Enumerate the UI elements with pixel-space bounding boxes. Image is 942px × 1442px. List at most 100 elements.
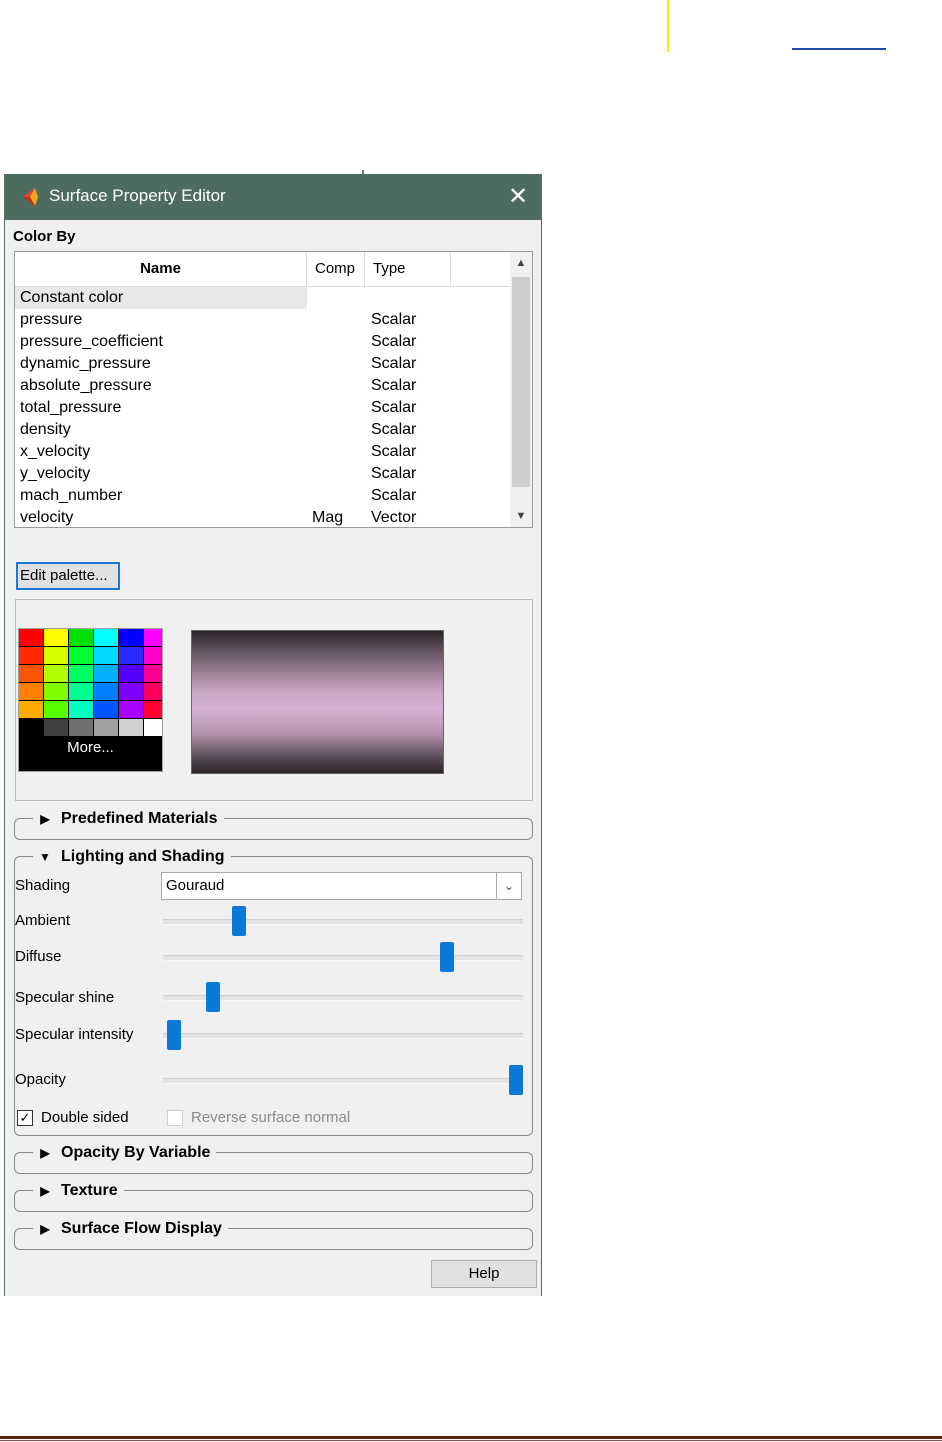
table-row[interactable]: total_pressure Scalar [15, 397, 510, 419]
color-swatch[interactable] [144, 683, 162, 700]
color-swatch[interactable] [119, 629, 143, 646]
color-swatch[interactable] [94, 647, 118, 664]
color-swatch[interactable] [19, 665, 43, 682]
surface-property-editor-window: Surface Property Editor ✕ Color By Name … [4, 174, 542, 1296]
expand-triangle-icon: ▶ [40, 1146, 50, 1160]
ambient-slider[interactable] [163, 904, 523, 938]
color-swatch[interactable] [119, 719, 143, 736]
specular-intensity-slider[interactable] [163, 1018, 523, 1052]
slider-track[interactable] [163, 1078, 523, 1084]
color-swatch[interactable] [94, 701, 118, 718]
slider-track[interactable] [163, 1033, 523, 1039]
color-swatch[interactable] [119, 665, 143, 682]
group-header-opacity-by-variable[interactable]: ▶ Opacity By Variable [33, 1143, 217, 1163]
color-swatch[interactable] [94, 629, 118, 646]
table-row[interactable]: density Scalar [15, 419, 510, 441]
group-surface-flow-display: ▶ Surface Flow Display [14, 1219, 533, 1250]
slider-track[interactable] [163, 919, 523, 925]
color-by-table[interactable]: Name Comp Type Constant color pressure Sca… [14, 251, 533, 528]
material-preview [191, 630, 444, 774]
color-swatch[interactable] [19, 647, 43, 664]
color-swatch[interactable] [144, 719, 162, 736]
group-predefined-materials: ▶ Predefined Materials [14, 809, 533, 840]
slider-handle[interactable] [440, 942, 455, 972]
color-by-label: Color By [13, 228, 76, 245]
color-swatch[interactable] [69, 665, 93, 682]
color-swatch[interactable] [19, 701, 43, 718]
slider-track[interactable] [163, 955, 523, 961]
color-swatch[interactable] [19, 683, 43, 700]
cell-name: x_velocity [20, 443, 91, 460]
color-swatch[interactable] [144, 701, 162, 718]
table-row[interactable]: pressure_coefficient Scalar [15, 331, 510, 353]
color-swatch[interactable] [94, 719, 118, 736]
color-swatch[interactable] [69, 683, 93, 700]
cell-type: Scalar [371, 443, 417, 460]
slider-handle[interactable] [206, 982, 221, 1012]
top-underline [792, 48, 886, 50]
color-swatch[interactable] [119, 701, 143, 718]
ambient-label: Ambient [15, 912, 71, 929]
checkmark-icon: ✓ [19, 1110, 31, 1125]
color-swatch[interactable] [44, 683, 68, 700]
reverse-normal-checkbox[interactable] [167, 1110, 183, 1126]
diffuse-slider[interactable] [163, 940, 523, 974]
color-swatch[interactable] [94, 665, 118, 682]
group-header-predefined-materials[interactable]: ▶ Predefined Materials [33, 809, 224, 829]
color-swatch[interactable] [144, 665, 162, 682]
color-swatch[interactable] [44, 647, 68, 664]
cell-name: Constant color [20, 289, 124, 306]
table-row[interactable]: Constant color [15, 287, 510, 309]
shading-dropdown[interactable]: Gouraud ⌄ [161, 872, 522, 900]
table-row[interactable]: x_velocity Scalar [15, 441, 510, 463]
scrollbar-thumb[interactable] [512, 277, 530, 487]
column-header-comp[interactable]: Comp [307, 252, 365, 286]
color-swatch[interactable] [119, 647, 143, 664]
edit-palette-button[interactable]: Edit palette... [16, 562, 120, 590]
diffuse-label: Diffuse [15, 948, 62, 965]
color-swatch[interactable] [19, 719, 43, 736]
color-swatch[interactable] [69, 647, 93, 664]
opacity-label: Opacity [15, 1071, 66, 1088]
scroll-up-icon[interactable]: ▲ [510, 252, 532, 274]
color-swatch[interactable] [44, 665, 68, 682]
color-swatch-grid: More... [18, 628, 163, 772]
table-row[interactable]: mach_number Scalar [15, 485, 510, 507]
group-header-lighting-and-shading[interactable]: ▼ Lighting and Shading [33, 847, 231, 867]
slider-handle[interactable] [166, 1020, 181, 1050]
close-icon[interactable]: ✕ [503, 182, 533, 212]
color-swatch[interactable] [94, 683, 118, 700]
chevron-down-icon[interactable]: ⌄ [496, 873, 521, 899]
cell-type: Vector [371, 509, 417, 526]
color-swatch[interactable] [119, 683, 143, 700]
group-header-texture[interactable]: ▶ Texture [33, 1181, 124, 1201]
color-swatch[interactable] [69, 701, 93, 718]
color-swatch[interactable] [144, 629, 162, 646]
color-swatch[interactable] [69, 629, 93, 646]
color-swatch[interactable] [19, 629, 43, 646]
color-swatch[interactable] [144, 647, 162, 664]
specular-shine-slider[interactable] [163, 980, 523, 1014]
table-row[interactable]: dynamic_pressure Scalar [15, 353, 510, 375]
color-swatch[interactable] [44, 629, 68, 646]
table-row[interactable]: absolute_pressure Scalar [15, 375, 510, 397]
expand-triangle-icon: ▶ [40, 1184, 50, 1198]
slider-handle[interactable] [508, 1065, 523, 1095]
more-colors-button[interactable]: More... [19, 737, 162, 769]
table-row[interactable]: velocity Mag Vector [15, 507, 510, 527]
scroll-down-icon[interactable]: ▼ [510, 505, 532, 527]
table-scrollbar[interactable]: ▲ ▼ [510, 252, 532, 527]
table-row[interactable]: pressure Scalar [15, 309, 510, 331]
help-button[interactable]: Help [431, 1260, 537, 1288]
column-header-type[interactable]: Type [365, 252, 451, 286]
group-header-surface-flow-display[interactable]: ▶ Surface Flow Display [33, 1219, 228, 1239]
opacity-slider[interactable] [163, 1063, 523, 1097]
double-sided-checkbox[interactable]: ✓ [17, 1110, 33, 1126]
color-swatch[interactable] [69, 719, 93, 736]
collapse-triangle-icon: ▼ [39, 850, 51, 864]
slider-handle[interactable] [231, 906, 246, 936]
color-swatch[interactable] [44, 701, 68, 718]
table-row[interactable]: y_velocity Scalar [15, 463, 510, 485]
column-header-name[interactable]: Name [15, 252, 307, 286]
color-swatch[interactable] [44, 719, 68, 736]
